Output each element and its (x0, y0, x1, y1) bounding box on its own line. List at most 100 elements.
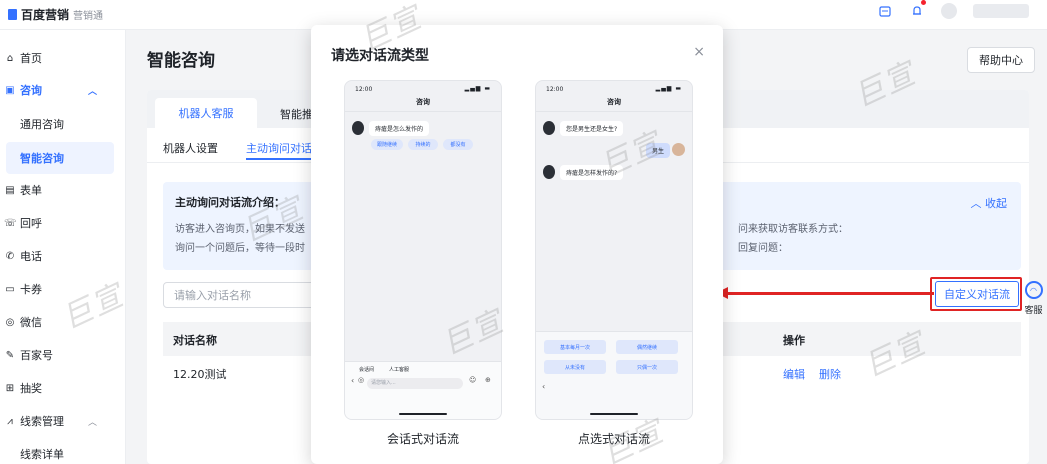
baijiahao-icon: ✎ (5, 349, 15, 361)
phone-input-area: 会话间 人工客服 ‹ ◎ 请您输入... ☺ ⊕ (345, 361, 501, 419)
chevron-up-icon: ︿ (88, 86, 98, 97)
subtab-underline (246, 158, 316, 160)
close-icon[interactable]: × (693, 44, 705, 60)
back-icon: ‹ (542, 382, 546, 391)
sidebar-item-label: 百家号 (20, 349, 53, 362)
avatar[interactable] (941, 3, 957, 19)
quick-reply-chip: 跟随继续 (371, 139, 403, 150)
tab-robot-service[interactable]: 机器人客服 (155, 98, 257, 128)
signal-icon: ▂▄▆ ▬ (655, 85, 682, 92)
bottom-tab: 会话间 (359, 367, 375, 373)
agent-message: 痔瘡是怎样发作的? (560, 165, 624, 180)
sidebar-item-form[interactable]: ▤ 表单 (0, 174, 126, 206)
modal-title: 请选对话流类型 (331, 48, 429, 64)
calendar-icon[interactable] (877, 3, 893, 19)
conversational-flow-preview[interactable]: 12:00 ▂▄▆ ▬ 咨询 痔瘡是怎么发作的 跟随继续 持续的 都没有 会话间… (344, 80, 502, 420)
dialog-name-cell: 12.20测试 (173, 368, 227, 381)
top-icons (877, 0, 1029, 19)
chevron-up-icon: ︿ (970, 197, 985, 210)
wechat-icon: ◎ (5, 316, 15, 328)
page-title: 智能咨询 (147, 51, 215, 71)
sidebar-item-baijiahao[interactable]: ✎ 百家号 (0, 339, 126, 371)
dialog-name-search-input[interactable]: 请输入对话名称 (163, 282, 323, 308)
plus-icon: ⊕ (485, 376, 491, 384)
edit-link[interactable]: 编辑 (783, 366, 805, 382)
home-indicator (590, 413, 638, 415)
bottom-tab: 人工客服 (389, 367, 410, 373)
back-icon: ‹ (351, 376, 355, 385)
dialog-flow-type-modal: 请选对话流类型 × 12:00 ▂▄▆ ▬ 咨询 痔瘡是怎么发作的 跟随继续 持… (311, 25, 723, 464)
sidebar-item-wechat[interactable]: ◎ 微信 (0, 306, 126, 338)
quick-reply-chip: 都没有 (443, 139, 473, 150)
notification-dot (921, 0, 926, 5)
subtab-robot-settings[interactable]: 机器人设置 (163, 140, 218, 156)
sidebar-item-label: 回呼 (20, 217, 42, 230)
phone-icon: ✆ (5, 250, 15, 262)
sidebar-item-label: 线索详单 (20, 448, 64, 461)
sidebar-item-leads[interactable]: ⩘ 线索管理 ︿ (0, 405, 126, 437)
sidebar-item-label: 智能咨询 (20, 152, 64, 165)
sidebar-item-general-consult[interactable]: 通用咨询 (0, 108, 126, 140)
sidebar-item-label: 电话 (20, 250, 42, 263)
brand-logo[interactable]: 百度营销 营销通 (8, 4, 103, 24)
sidebar-item-consult[interactable]: ▣ 咨询 ︿ (0, 74, 126, 106)
divider (345, 111, 501, 112)
sidebar-item-phone[interactable]: ✆ 电话 (0, 240, 126, 272)
intro-line-1: 访客进入咨询页，如果不发送 (175, 224, 305, 235)
sidebar-item-lottery[interactable]: ⊞ 抽奖 (0, 372, 126, 404)
column-header-name: 对话名称 (173, 334, 217, 347)
sidebar-item-coupon[interactable]: ▭ 卡券 (0, 273, 126, 305)
phone-input: 请您输入... (367, 378, 463, 389)
quick-reply-chip: 持续的 (408, 139, 438, 150)
coupon-icon: ▭ (5, 283, 15, 295)
sidebar-item-label: 表单 (20, 184, 42, 197)
intro-line-2: 询问一个问题后，等待一段时 (175, 243, 305, 254)
sidebar-item-home[interactable]: ⌂ 首页 (0, 42, 126, 74)
collapse-label: 收起 (985, 197, 1007, 210)
status-time: 12:00 (546, 86, 564, 93)
chevron-up-icon: ︿ (88, 417, 98, 428)
column-header-operations: 操作 (783, 334, 805, 347)
intro-line-1-right: 问来获取访客联系方式： (738, 224, 848, 235)
account-name-blurred[interactable] (973, 4, 1029, 18)
status-time: 12:00 (355, 86, 373, 93)
option-button: 从未没有 (544, 360, 606, 374)
custom-dialog-flow-button[interactable]: 自定义对话流 (935, 281, 1019, 307)
sidebar-item-label: 抽奖 (20, 382, 42, 395)
phone-header: 咨询 (416, 98, 430, 106)
sidebar-item-lead-details[interactable]: 线索详单 (0, 438, 126, 464)
customer-service-label: 客服 (1024, 306, 1043, 316)
collapse-toggle[interactable]: ︿ 收起 (971, 195, 1008, 211)
callback-icon: ☏ (4, 217, 17, 229)
user-message: 男生 (646, 143, 671, 158)
sidebar-item-label: 咨询 (20, 84, 42, 97)
click-select-flow-caption[interactable]: 点选式对话流 (535, 430, 693, 447)
leads-icon: ⩘ (7, 415, 13, 427)
headset-icon: ◠ (1024, 281, 1043, 299)
help-center-button[interactable]: 帮助中心 (967, 47, 1035, 73)
sidebar-item-label: 首页 (20, 52, 42, 65)
customer-service-float[interactable]: ◠ 客服 (1020, 281, 1047, 321)
bell-icon[interactable] (909, 0, 926, 19)
sidebar-item-label: 线索管理 (20, 415, 64, 428)
home-icon: ⌂ (6, 52, 14, 64)
phone-status-bar: 12:00 ▂▄▆ ▬ (345, 81, 501, 95)
sidebar-item-label: 通用咨询 (20, 118, 64, 131)
option-button: 偶然继续 (616, 340, 678, 354)
form-icon: ▤ (5, 184, 15, 196)
home-indicator (399, 413, 447, 415)
signal-icon: ▂▄▆ ▬ (464, 85, 491, 92)
agent-message: 您是男生还是女生? (560, 121, 624, 136)
conversational-flow-caption[interactable]: 会话式对话流 (344, 430, 502, 447)
user-avatar (672, 143, 685, 156)
annotation-arrow-line (726, 292, 934, 295)
delete-link[interactable]: 删除 (819, 366, 841, 382)
logo-mark-icon (8, 8, 17, 20)
agent-avatar (543, 165, 555, 179)
agent-avatar (352, 121, 364, 135)
brand-sub: 营销通 (73, 10, 104, 22)
sidebar-item-callback[interactable]: ☏ 回呼 (0, 207, 126, 239)
phone-header: 咨询 (607, 98, 621, 106)
sidebar-item-smart-consult[interactable]: 智能咨询 (6, 142, 114, 174)
click-select-flow-preview[interactable]: 12:00 ▂▄▆ ▬ 咨询 您是男生还是女生? 男生 痔瘡是怎样发作的? 基本… (535, 80, 693, 420)
